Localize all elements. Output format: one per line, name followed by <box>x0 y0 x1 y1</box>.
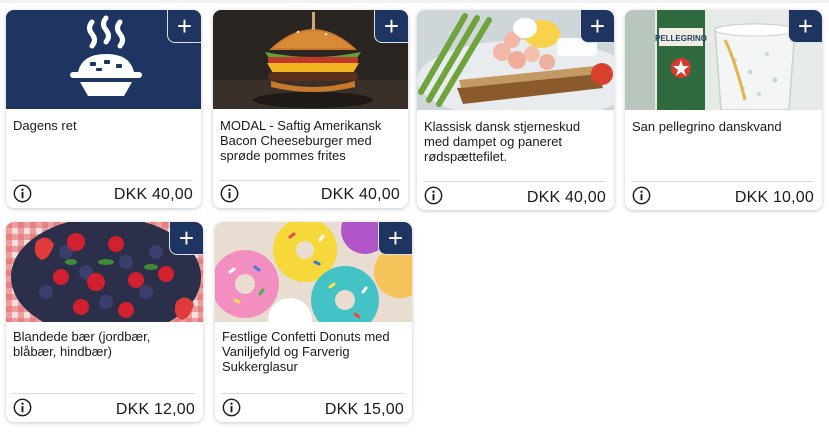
divider <box>423 181 606 182</box>
top-divider <box>0 0 829 3</box>
bottle-label: PELLEGRINO <box>655 34 707 43</box>
product-price: DKK 40,00 <box>526 189 606 206</box>
divider <box>219 180 400 181</box>
product-price: DKK 15,00 <box>324 401 404 418</box>
product-card[interactable]: PELLEGRINO + San pellegrino danskvand DK… <box>625 10 822 210</box>
info-icon[interactable] <box>222 398 241 417</box>
add-to-cart-button[interactable]: + <box>167 10 201 43</box>
add-to-cart-button[interactable]: + <box>169 222 203 255</box>
product-price: DKK 12,00 <box>115 401 195 418</box>
product-card[interactable]: + Blandede bær (jordbær, blåbær, hindbær… <box>6 222 203 422</box>
product-card[interactable]: + Klassisk dansk stjerneskud med dampet … <box>417 10 614 210</box>
product-price: DKK 10,00 <box>734 189 814 206</box>
info-icon[interactable] <box>424 186 443 205</box>
divider <box>631 181 814 182</box>
divider <box>12 393 195 394</box>
product-title: Dagens ret <box>13 118 77 133</box>
info-icon[interactable] <box>220 184 239 203</box>
add-to-cart-button[interactable]: + <box>788 10 822 43</box>
product-title: Festlige Confetti Donuts med Vaniljefyld… <box>222 329 390 374</box>
info-icon[interactable] <box>13 184 32 203</box>
product-title: Klassisk dansk stjerneskud med dampet og… <box>424 119 581 164</box>
info-icon[interactable] <box>13 398 32 417</box>
info-icon[interactable] <box>632 186 651 205</box>
divider <box>12 180 193 181</box>
product-card[interactable]: + MODAL - Saftig Amerikansk Bacon Cheese… <box>213 10 408 208</box>
add-to-cart-button[interactable]: + <box>378 222 412 255</box>
add-to-cart-button[interactable]: + <box>374 10 408 43</box>
product-price: DKK 40,00 <box>113 186 193 203</box>
product-card[interactable]: + Festlige Confetti Donuts med Vaniljefy… <box>215 222 412 422</box>
product-title: San pellegrino danskvand <box>632 119 782 134</box>
product-card[interactable]: + Dagens ret DKK 40,00 <box>6 10 201 208</box>
product-title: MODAL - Saftig Amerikansk Bacon Cheesebu… <box>220 118 382 163</box>
product-title: Blandede bær (jordbær, blåbær, hindbær) <box>13 329 151 359</box>
divider <box>221 393 404 394</box>
product-price: DKK 40,00 <box>320 186 400 203</box>
add-to-cart-button[interactable]: + <box>580 10 614 43</box>
